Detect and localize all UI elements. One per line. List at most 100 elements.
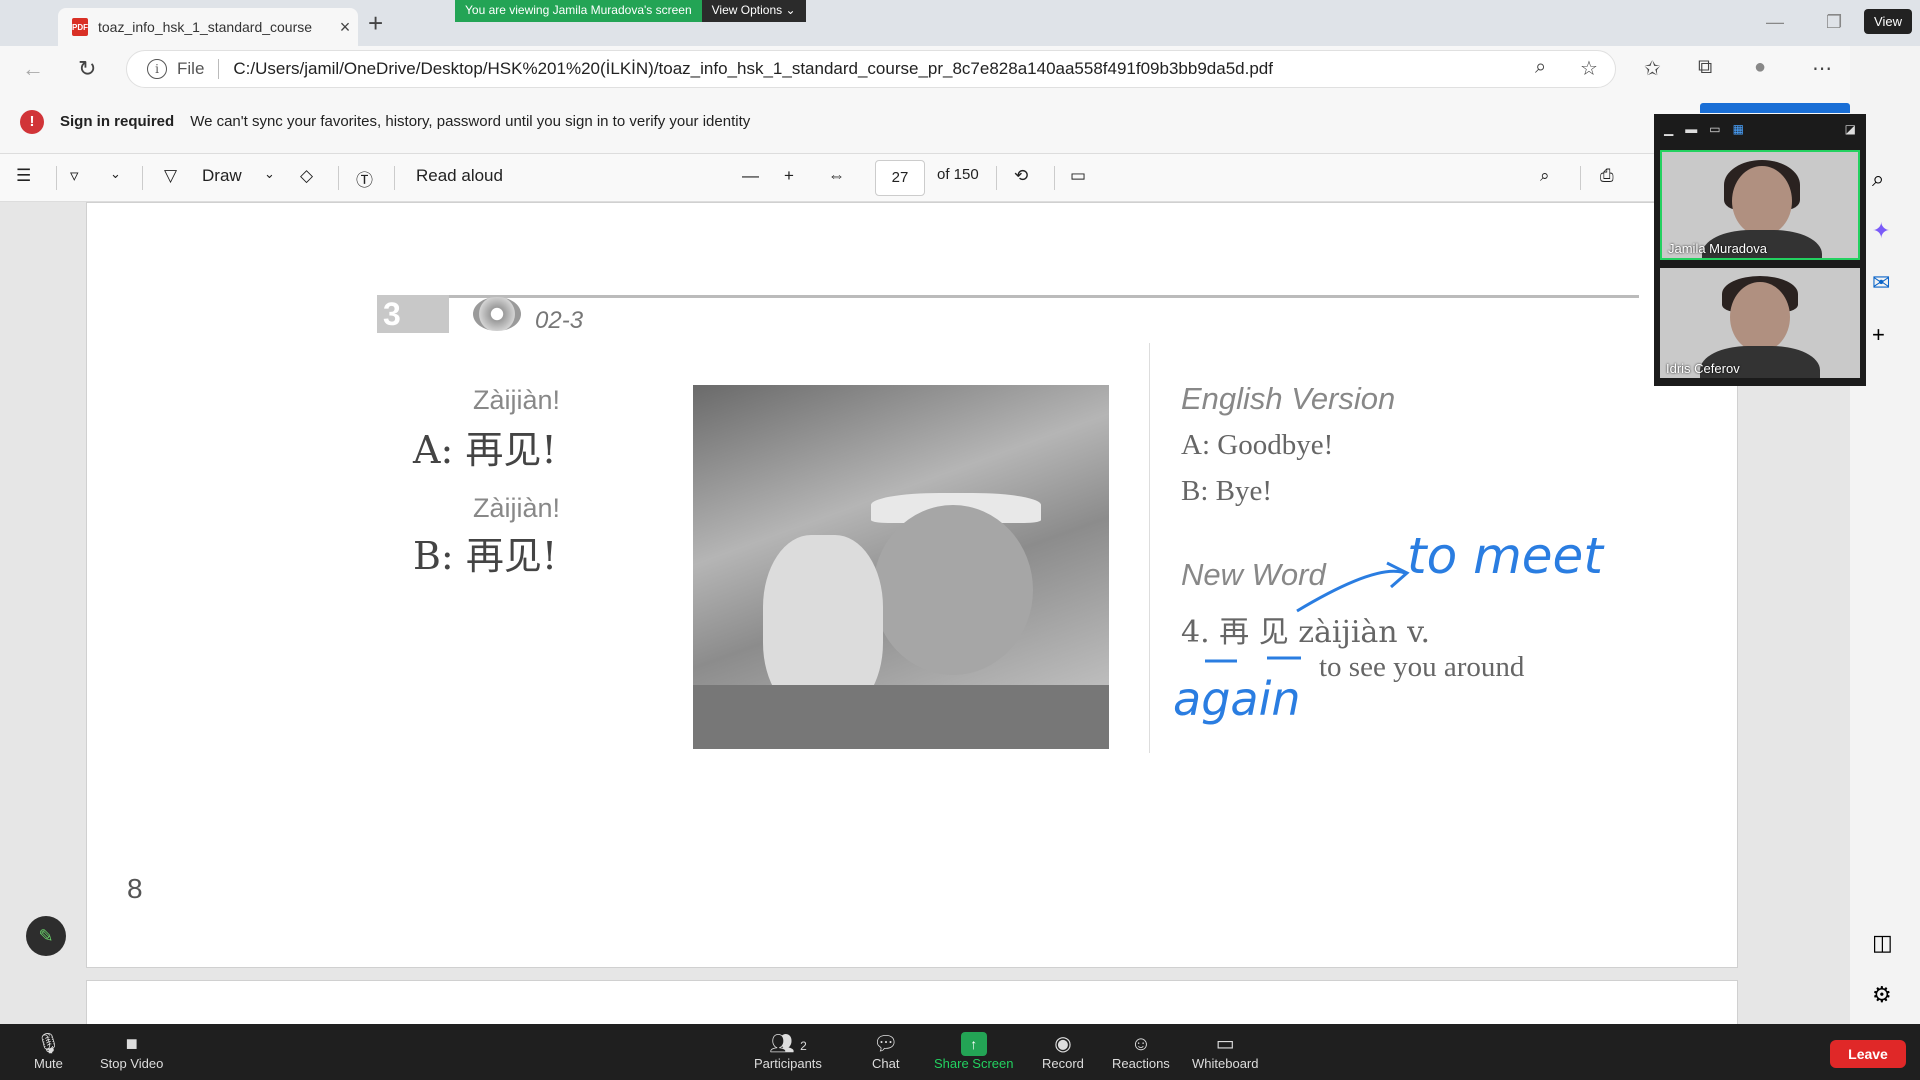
info-icon[interactable]: i [147, 59, 167, 79]
whiteboard-label: Whiteboard [1192, 1056, 1259, 1071]
draw-button[interactable]: Draw [202, 166, 242, 186]
camera-icon: ■ [125, 1033, 138, 1055]
browser-tab[interactable]: PDF toaz_info_hsk_1_standard_course × [58, 8, 358, 46]
divider [56, 166, 57, 190]
sidebar-toggle-icon[interactable]: ◫ [1872, 930, 1893, 956]
pen-icon[interactable]: ✎ [26, 916, 66, 956]
rotate-icon[interactable]: ⟲ [1014, 166, 1028, 186]
share-screen-label: Share Screen [934, 1056, 1014, 1071]
pdf-page: 3 02-3 Zàijiàn! A: 再见! Zàijiàn! B: 再见! E… [86, 202, 1738, 968]
print-icon[interactable]: ⎙ [1600, 166, 1614, 186]
pdf-toolbar: ☰ ▿ ⌄ ▽ Draw ⌄ ◇ Ⓣ Read aloud — + ⇔ 27 o… [0, 154, 1920, 202]
divider [1580, 166, 1581, 190]
chat-button[interactable]: 💬︎ Chat [872, 1032, 899, 1071]
minimize-icon[interactable]: ▁ [1664, 122, 1673, 136]
fit-page-icon[interactable]: ⇔ [828, 166, 845, 186]
share-screen-icon: ↑ [960, 1032, 987, 1056]
reactions-icon: ☺ [1130, 1033, 1152, 1055]
chat-label: Chat [872, 1056, 900, 1071]
mute-button[interactable]: 🎙︎ Mute [34, 1032, 63, 1071]
whiteboard-icon: ▭ [1215, 1033, 1235, 1055]
microphone-icon: 🎙︎ [35, 1033, 62, 1055]
new-tab-icon[interactable]: + [368, 10, 383, 36]
reactions-label: Reactions [1112, 1056, 1170, 1071]
head [1732, 166, 1792, 236]
pdf-icon: PDF [72, 18, 88, 36]
small-view-icon[interactable]: ▬ [1685, 122, 1697, 136]
stop-video-button[interactable]: ■ Stop Video [100, 1032, 163, 1071]
handwriting-annotations: to meet again [1173, 527, 1605, 726]
eraser-icon[interactable]: ◇ [300, 166, 313, 186]
page-count: of 150 [937, 166, 979, 183]
hide-panel-icon[interactable]: ◪ [1845, 122, 1856, 136]
tab-close-icon[interactable]: × [332, 17, 358, 38]
view-button[interactable]: View [1864, 9, 1912, 34]
share-screen-button[interactable]: ↑ Share Screen [934, 1032, 1014, 1071]
chevron-down-icon[interactable]: ⌄ [110, 166, 121, 182]
restore-icon[interactable]: ❐ [1826, 12, 1842, 33]
highlight-icon[interactable]: ▿ [70, 166, 79, 186]
reactions-button[interactable]: ☺ Reactions [1112, 1032, 1170, 1071]
search-icon[interactable]: ⌕ [1540, 166, 1550, 186]
participants-count: 2 [800, 1039, 807, 1053]
zoom-out-button[interactable]: — [742, 166, 759, 186]
video-panel[interactable]: ▁ ▬ ▭ ▦ ◪ Jamila Muradova Idris Ceferov [1654, 114, 1866, 386]
handwriting-to-meet: to meet [1407, 527, 1605, 585]
profile-icon[interactable]: ● [1754, 56, 1766, 79]
participant-tile[interactable]: Jamila Muradova [1660, 150, 1860, 260]
favorites-icon[interactable]: ✩ [1644, 56, 1661, 81]
page-view-icon[interactable]: ▭ [1070, 166, 1086, 186]
head [1730, 282, 1790, 352]
text-icon[interactable]: Ⓣ [356, 166, 373, 191]
contents-icon[interactable]: ☰ [16, 166, 31, 186]
add-icon[interactable]: + [1872, 322, 1885, 348]
view-options-button[interactable]: View Options ⌄ [701, 0, 806, 22]
screen-share-banner: You are viewing Jamila Muradova's screen… [455, 0, 806, 22]
pdf-viewer[interactable]: 3 02-3 Zàijiàn! A: 再见! Zàijiàn! B: 再见! E… [0, 202, 1850, 1024]
participants-button[interactable]: 👥︎ 2 Participants [754, 1032, 822, 1071]
refresh-icon[interactable]: ↻ [78, 56, 96, 82]
address-bar[interactable]: i File C:/Users/jamil/OneDrive/Desktop/H… [126, 50, 1616, 88]
tab-title: toaz_info_hsk_1_standard_course [98, 19, 313, 35]
minimize-icon[interactable]: — [1766, 12, 1784, 33]
handwriting-again: again [1173, 672, 1301, 726]
gallery-view-icon[interactable]: ▦ [1733, 122, 1744, 136]
divider [338, 166, 339, 190]
address-row: ← ↻ i File C:/Users/jamil/OneDrive/Deskt… [0, 46, 1920, 90]
participant-name: Jamila Muradova [1668, 241, 1767, 256]
signin-message: We can't sync your favorites, history, p… [190, 113, 751, 130]
gear-icon[interactable]: ⚙ [1872, 982, 1892, 1008]
divider [996, 166, 997, 190]
medium-view-icon[interactable]: ▭ [1709, 122, 1720, 136]
whiteboard-button[interactable]: ▭ Whiteboard [1192, 1032, 1258, 1071]
record-button[interactable]: ◉ Record [1042, 1032, 1084, 1071]
copilot-icon[interactable]: ✦ [1872, 218, 1890, 244]
error-icon: ! [20, 109, 44, 134]
ink-underline [1205, 656, 1301, 663]
zoom-in-button[interactable]: + [784, 166, 794, 186]
read-aloud-button[interactable]: Read aloud [416, 166, 503, 186]
add-favorite-icon[interactable]: ☆ [1580, 56, 1598, 81]
signin-bar: ! Sign in required We can't sync your fa… [0, 90, 1920, 154]
record-label: Record [1042, 1056, 1084, 1071]
outlook-icon[interactable]: ✉ [1872, 270, 1890, 296]
collections-icon[interactable]: ⧉ [1698, 56, 1712, 79]
draw-icon[interactable]: ▽ [164, 166, 177, 186]
leave-button[interactable]: Leave [1830, 1040, 1906, 1068]
divider [1054, 166, 1055, 190]
search-icon[interactable]: ⌕ [1872, 166, 1884, 192]
mute-label: Mute [34, 1056, 63, 1071]
chat-icon: 💬︎ [873, 1033, 899, 1055]
participants-icon: 👥︎ 2 [769, 1033, 807, 1055]
participant-name: Idris Ceferov [1666, 361, 1740, 376]
participant-tile[interactable]: Idris Ceferov [1660, 268, 1860, 378]
chevron-down-icon[interactable]: ⌄ [264, 166, 275, 182]
back-icon[interactable]: ← [22, 56, 44, 82]
page-number-input[interactable]: 27 [875, 160, 925, 196]
url-text: C:/Users/jamil/OneDrive/Desktop/HSK%201%… [233, 59, 1273, 78]
more-icon[interactable]: ⋯ [1812, 56, 1832, 81]
participants-label: Participants [754, 1056, 822, 1071]
signin-button[interactable] [1700, 103, 1850, 113]
zoom-out-icon[interactable]: ⌕ [1535, 56, 1546, 79]
ink-arrowhead [1386, 561, 1410, 589]
